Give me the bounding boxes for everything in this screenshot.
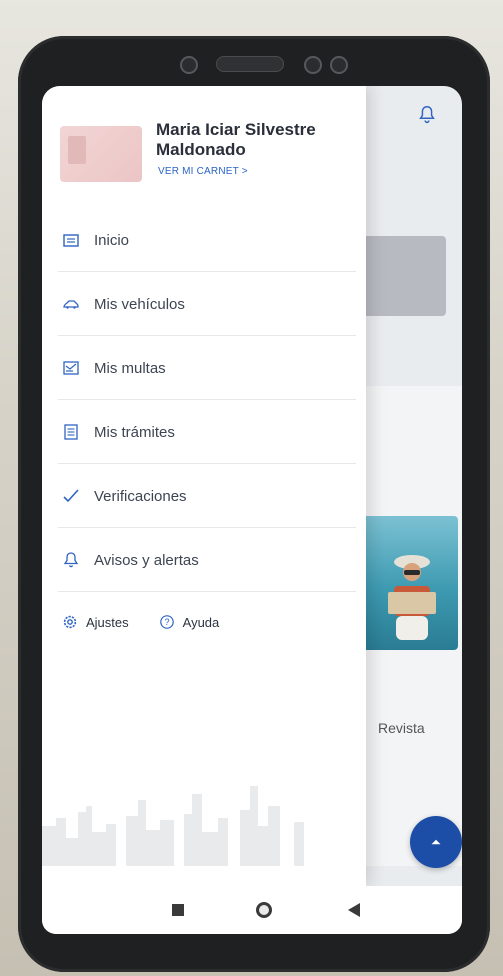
svg-text:?: ? — [164, 617, 169, 627]
menu-item-label: Verificaciones — [94, 487, 187, 505]
navigation-drawer: Maria Iciar Silvestre Maldonado VER MI C… — [42, 86, 366, 886]
home-icon[interactable] — [254, 900, 274, 920]
home-list-icon — [63, 234, 79, 247]
id-card-thumbnail[interactable] — [60, 126, 142, 182]
menu-item-label: Mis trámites — [94, 423, 175, 441]
menu-item-label: Mis vehículos — [94, 295, 185, 313]
sensor-dot — [304, 56, 322, 74]
content-card[interactable] — [362, 236, 446, 316]
magazine-image[interactable] — [362, 516, 458, 650]
menu-item-label: Avisos y alertas — [94, 551, 199, 569]
drawer-header: Maria Iciar Silvestre Maldonado VER MI C… — [42, 86, 366, 206]
person-reading-image — [388, 555, 436, 640]
menu-item-avisos-alertas[interactable]: Avisos y alertas — [42, 528, 366, 592]
help-icon: ? — [159, 615, 174, 629]
bell-icon — [63, 552, 79, 568]
ticket-icon — [63, 361, 79, 375]
help-label: Ayuda — [182, 614, 220, 630]
city-skyline-decoration — [42, 786, 304, 866]
view-card-link[interactable]: VER MI CARNET > — [158, 166, 248, 177]
back-icon[interactable] — [348, 903, 360, 917]
settings-link[interactable]: Ajustes — [62, 614, 129, 630]
menu-item-mis-multas[interactable]: Mis multas — [42, 336, 366, 400]
menu-item-label: Inicio — [94, 231, 130, 249]
recent-apps-icon[interactable] — [172, 904, 184, 916]
menu-item-mis-tramites[interactable]: Mis trámites — [42, 400, 366, 464]
document-icon — [64, 424, 78, 440]
user-name: Maria Iciar Silvestre Maldonado — [156, 120, 316, 159]
earpiece — [216, 56, 284, 72]
sensor-dot — [330, 56, 348, 74]
scroll-up-button[interactable] — [410, 816, 462, 868]
drawer-menu: Inicio Mis vehículos Mis multas Mis trám… — [42, 208, 366, 592]
menu-item-verificaciones[interactable]: Verificaciones — [42, 464, 366, 528]
revista-label: Revista — [378, 720, 425, 736]
menu-item-label: Mis multas — [94, 359, 166, 377]
menu-item-mis-vehiculos[interactable]: Mis vehículos — [42, 272, 366, 336]
bell-icon[interactable] — [416, 104, 438, 126]
drawer-footer-links: Ajustes ? Ayuda — [62, 614, 219, 630]
help-link[interactable]: ? Ayuda — [159, 614, 220, 630]
gear-icon — [63, 615, 77, 629]
settings-label: Ajustes — [86, 614, 129, 630]
chevron-up-icon — [431, 839, 441, 845]
car-icon — [63, 300, 79, 309]
check-icon — [63, 489, 79, 503]
menu-item-inicio[interactable]: Inicio — [42, 208, 366, 272]
front-camera — [180, 56, 198, 74]
system-navigation-bar — [42, 886, 462, 934]
phone-screen: Revista Maria Iciar Silvestre Maldonado … — [42, 86, 462, 934]
avatar — [68, 136, 86, 164]
